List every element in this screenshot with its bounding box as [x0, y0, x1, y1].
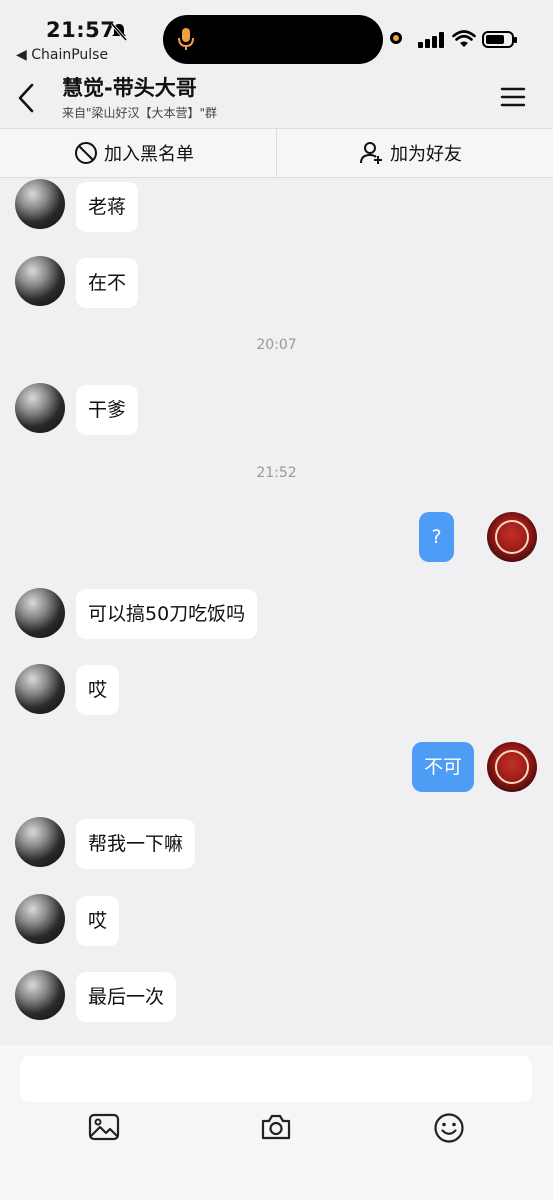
image-icon[interactable]: [88, 1113, 120, 1141]
emoji-icon[interactable]: [433, 1112, 465, 1144]
my-avatar[interactable]: [487, 742, 537, 792]
timestamp: 20:07: [256, 337, 297, 353]
cellular-signal-icon: [418, 32, 444, 48]
contact-avatar[interactable]: [15, 179, 65, 229]
add-friend-label: 加为好友: [390, 144, 462, 165]
camera-icon[interactable]: [260, 1113, 292, 1141]
message-input[interactable]: [20, 1056, 532, 1102]
message-bubble[interactable]: 老蒋: [76, 182, 139, 232]
status-bar: 21:57 ◀ ChainPulse: [0, 0, 553, 66]
message-bubble[interactable]: 可以搞50刀吃饭吗: [76, 589, 258, 639]
message-bubble[interactable]: 在不: [76, 258, 139, 308]
contact-avatar[interactable]: [15, 588, 65, 638]
my-avatar[interactable]: [487, 512, 537, 562]
my-message-bubble[interactable]: 不可: [412, 742, 475, 792]
contact-avatar[interactable]: [15, 383, 65, 433]
message-bubble[interactable]: 最后一次: [76, 972, 177, 1022]
timestamp: 21:52: [256, 465, 297, 481]
chat-header: 慧觉-带头大哥 来自"梁山好汉【大本营】"群: [0, 66, 553, 128]
action-bar: 加入黑名单 加为好友: [0, 128, 553, 178]
chat-title: 慧觉-带头大哥: [62, 76, 197, 100]
add-friend-icon: [360, 142, 382, 164]
contact-avatar[interactable]: [15, 256, 65, 306]
wifi-icon: [452, 30, 476, 47]
message-bubble[interactable]: 帮我一下嘛: [76, 819, 196, 869]
recording-indicator: [390, 32, 402, 44]
contact-avatar[interactable]: [15, 817, 65, 867]
bell-muted-icon: [110, 23, 128, 41]
add-friend-button[interactable]: 加为好友: [360, 129, 462, 177]
block-icon: [75, 142, 97, 164]
contact-avatar[interactable]: [15, 894, 65, 944]
contact-avatar[interactable]: [15, 664, 65, 714]
contact-avatar[interactable]: [15, 970, 65, 1020]
microphone-icon: [178, 28, 194, 50]
blacklist-label: 加入黑名单: [104, 144, 194, 165]
message-bubble[interactable]: 哎: [76, 896, 120, 946]
battery-icon: [482, 31, 517, 48]
add-to-blacklist-button[interactable]: 加入黑名单: [74, 129, 194, 177]
back-to-app-link[interactable]: ◀ ChainPulse: [16, 47, 108, 63]
message-bubble[interactable]: 哎: [76, 665, 120, 715]
chat-subtitle: 来自"梁山好汉【大本营】"群: [62, 106, 218, 120]
menu-icon[interactable]: [500, 86, 526, 108]
status-time: 21:57: [46, 18, 116, 42]
back-chevron-icon[interactable]: [14, 82, 38, 114]
my-message-bubble[interactable]: ?: [419, 512, 454, 562]
message-bubble[interactable]: 干爹: [76, 385, 139, 435]
input-area: [0, 1045, 553, 1200]
action-divider: [276, 129, 277, 177]
dynamic-island: [163, 15, 383, 64]
